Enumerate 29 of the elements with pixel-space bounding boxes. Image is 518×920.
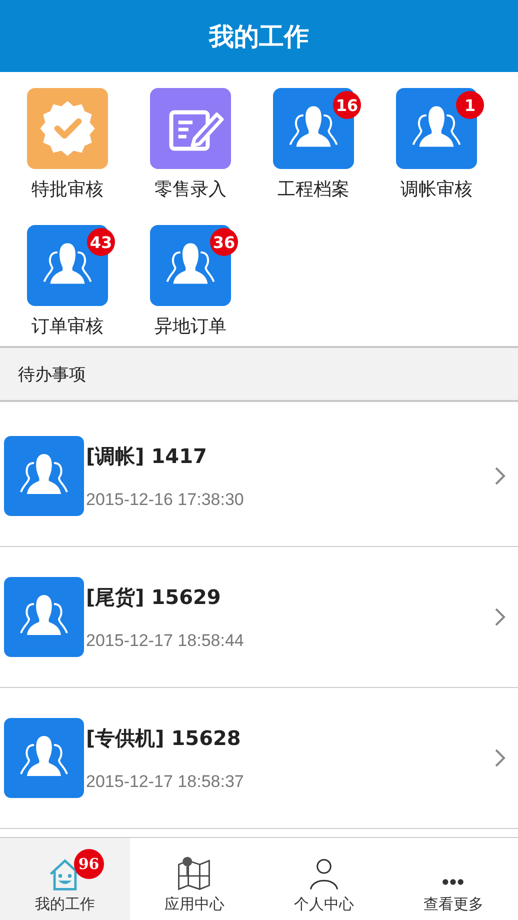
app-shortcut[interactable]: 43 订单审核 (6, 225, 129, 338)
chevron-right-icon (494, 466, 506, 486)
count-badge: 96 (74, 849, 104, 879)
tab[interactable]: 96 我的工作 (0, 838, 130, 920)
todo-title: [调帐] 1417 (86, 442, 208, 470)
todo-time: 2015-12-17 18:58:44 (86, 630, 245, 650)
count-badge: 16 (333, 91, 361, 119)
people-icon (4, 436, 84, 516)
chevron-right-icon (494, 748, 506, 768)
count-badge: 43 (87, 228, 115, 256)
todo-item[interactable]: [尾货] 15629 2015-12-17 18:58:44 (0, 547, 518, 688)
page-title: 我的工作 (209, 20, 309, 52)
todo-title: [尾货] 15629 (86, 584, 222, 610)
people-icon (4, 718, 84, 798)
todo-time: 2015-12-16 17:38:30 (86, 490, 245, 510)
app-shortcut[interactable]: 36 异地订单 (129, 225, 252, 338)
count-badge: 36 (210, 228, 238, 256)
section-title: 待办事项 (18, 364, 86, 386)
app-shortcut[interactable]: 零售录入 (129, 88, 252, 201)
chevron-right-icon (494, 607, 506, 627)
todo-item[interactable]: [调帐] 1417 2015-12-16 17:38:30 (0, 406, 518, 547)
count-badge: 1 (456, 91, 484, 119)
todo-title: [专供机] 15628 (86, 724, 242, 752)
app-shortcut[interactable]: 特批审核 (6, 88, 129, 201)
todo-item[interactable]: [专供机] 15628 2015-12-17 18:58:37 (0, 688, 518, 829)
app-shortcut[interactable]: 16 工程档案 (252, 88, 375, 201)
app-shortcut[interactable]: 1 调帐审核 (375, 88, 498, 201)
people-icon (4, 577, 84, 657)
todo-time: 2015-12-17 18:58:37 (86, 772, 245, 792)
